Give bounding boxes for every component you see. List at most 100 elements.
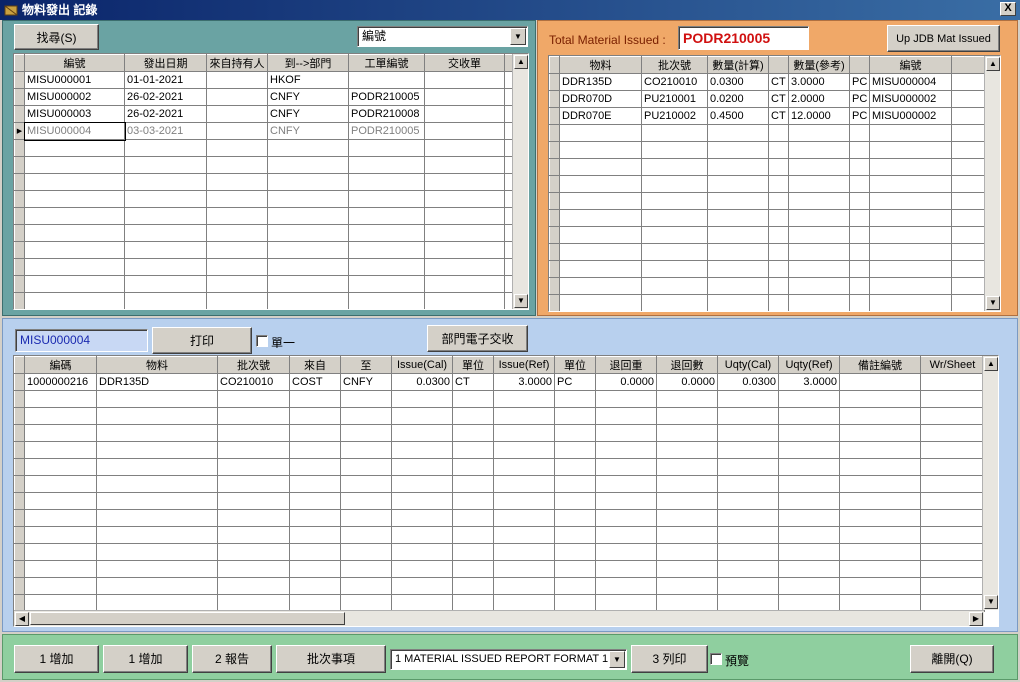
column-header[interactable]: 物料 (559, 56, 642, 74)
column-header[interactable]: 交收單 (424, 54, 505, 72)
table-cell[interactable] (289, 441, 341, 459)
table-row[interactable] (549, 243, 986, 261)
column-header[interactable] (768, 56, 789, 74)
table-cell[interactable] (656, 407, 718, 425)
row-indicator[interactable] (14, 441, 25, 459)
row-indicator[interactable] (14, 258, 25, 276)
table-cell[interactable] (849, 277, 870, 295)
table-cell[interactable] (206, 275, 268, 293)
vertical-scrollbar[interactable]: ▲ ▼ (984, 56, 1000, 311)
table-cell[interactable] (452, 458, 494, 476)
table-cell[interactable] (24, 292, 125, 309)
table-cell[interactable] (768, 124, 789, 142)
table-row[interactable] (14, 492, 985, 510)
horizontal-scroll-thumb[interactable] (30, 612, 345, 625)
table-cell[interactable]: PU210002 (641, 107, 708, 125)
table-cell[interactable]: PC (554, 373, 596, 391)
table-cell[interactable] (788, 209, 850, 227)
table-cell[interactable] (595, 594, 657, 612)
row-indicator[interactable] (14, 71, 25, 89)
table-cell[interactable] (217, 526, 290, 544)
table-cell[interactable] (289, 407, 341, 425)
table-cell[interactable] (493, 560, 555, 578)
table-cell[interactable] (839, 458, 921, 476)
table-cell[interactable] (656, 543, 718, 561)
scroll-down-icon[interactable]: ▼ (514, 294, 528, 308)
table-cell[interactable] (391, 594, 453, 612)
table-cell[interactable] (717, 441, 779, 459)
table-row[interactable] (14, 275, 514, 293)
table-cell[interactable] (920, 526, 985, 544)
table-cell[interactable]: MISU000004 (23, 121, 126, 141)
table-cell[interactable] (96, 390, 218, 408)
table-cell[interactable] (707, 158, 769, 176)
row-indicator[interactable] (549, 277, 560, 295)
table-cell[interactable] (768, 192, 789, 210)
table-cell[interactable] (493, 594, 555, 612)
table-cell[interactable] (641, 260, 708, 278)
table-cell[interactable] (768, 277, 789, 295)
table-cell[interactable] (707, 192, 769, 210)
column-header[interactable]: 數量(參考) (788, 56, 850, 74)
table-cell[interactable] (267, 173, 349, 191)
table-cell[interactable] (707, 141, 769, 159)
column-header[interactable]: 批次號 (641, 56, 708, 74)
table-row[interactable] (549, 192, 986, 210)
add-button-1[interactable]: 1 增加 (14, 645, 99, 673)
table-cell[interactable] (717, 390, 779, 408)
table-cell[interactable] (424, 139, 505, 157)
table-cell[interactable] (124, 207, 207, 225)
table-row[interactable] (14, 241, 514, 259)
table-cell[interactable] (348, 139, 425, 157)
table-cell[interactable] (559, 209, 642, 227)
table-cell[interactable] (96, 407, 218, 425)
table-row[interactable] (14, 424, 985, 442)
table-cell[interactable] (217, 577, 290, 595)
table-cell[interactable] (717, 509, 779, 527)
table-cell[interactable] (595, 458, 657, 476)
table-cell[interactable] (340, 594, 392, 612)
row-indicator[interactable] (14, 373, 25, 391)
table-cell[interactable] (424, 241, 505, 259)
table-cell[interactable] (778, 526, 840, 544)
table-cell[interactable] (920, 492, 985, 510)
table-cell[interactable] (493, 407, 555, 425)
table-cell[interactable] (788, 192, 850, 210)
table-cell[interactable]: CT (452, 373, 494, 391)
table-cell[interactable] (554, 407, 596, 425)
table-cell[interactable] (656, 577, 718, 595)
table-cell[interactable]: COST (289, 373, 341, 391)
table-cell[interactable] (124, 173, 207, 191)
table-cell[interactable] (920, 577, 985, 595)
table-cell[interactable] (267, 207, 349, 225)
table-row[interactable] (549, 124, 986, 142)
column-header[interactable]: 發出日期 (124, 54, 207, 72)
table-cell[interactable] (920, 458, 985, 476)
table-cell[interactable] (869, 175, 952, 193)
table-cell[interactable]: 12.0000 (788, 107, 850, 125)
table-cell[interactable] (24, 492, 97, 510)
table-cell[interactable] (340, 577, 392, 595)
row-indicator[interactable] (549, 175, 560, 193)
table-cell[interactable] (289, 475, 341, 493)
table-cell[interactable] (707, 260, 769, 278)
table-cell[interactable] (452, 407, 494, 425)
table-cell[interactable] (559, 226, 642, 244)
table-cell[interactable]: PU210001 (641, 90, 708, 108)
table-cell[interactable] (452, 577, 494, 595)
table-cell[interactable] (656, 424, 718, 442)
table-cell[interactable] (96, 577, 218, 595)
table-cell[interactable] (424, 207, 505, 225)
table-cell[interactable] (24, 139, 125, 157)
table-cell[interactable] (788, 294, 850, 311)
column-header[interactable]: 單位 (554, 356, 596, 374)
table-cell[interactable] (206, 156, 268, 174)
table-cell[interactable] (340, 424, 392, 442)
table-cell[interactable] (595, 424, 657, 442)
table-cell[interactable] (595, 509, 657, 527)
table-cell[interactable] (869, 226, 952, 244)
table-cell[interactable] (869, 260, 952, 278)
table-cell[interactable] (206, 190, 268, 208)
table-cell[interactable] (839, 407, 921, 425)
table-cell[interactable] (424, 173, 505, 191)
